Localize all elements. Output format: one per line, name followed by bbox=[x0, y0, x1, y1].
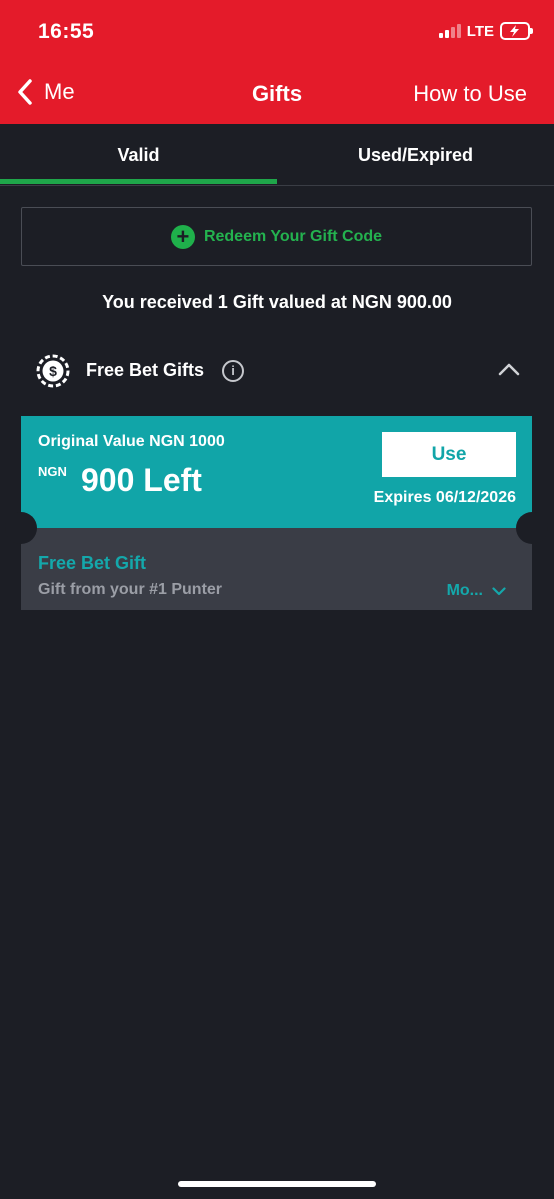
gift-summary: You received 1 Gift valued at NGN 900.00 bbox=[102, 292, 452, 312]
card-notch-left bbox=[5, 512, 37, 544]
chevron-down-icon bbox=[492, 586, 506, 595]
redeem-label: Redeem Your Gift Code bbox=[203, 227, 383, 245]
card-notch-right bbox=[516, 512, 548, 544]
how-to-use-link[interactable]: How to Use bbox=[413, 81, 527, 107]
section-title: Free Bet Gifts bbox=[86, 360, 205, 380]
status-indicators: LTE bbox=[438, 22, 533, 40]
app-header: 16:55 LTE Me Gifts How to Use bbox=[0, 0, 554, 124]
gift-title: Free Bet Gift bbox=[38, 553, 147, 573]
signal-icon bbox=[438, 24, 461, 38]
tab-used-expired[interactable]: Used/Expired bbox=[277, 124, 554, 186]
use-button[interactable]: Use bbox=[382, 432, 516, 477]
home-indicator[interactable] bbox=[178, 1181, 376, 1187]
plus-icon: + bbox=[170, 224, 195, 249]
gift-description: Gift from your #1 Punter bbox=[38, 581, 223, 598]
status-time: 16:55 bbox=[38, 20, 95, 43]
active-tab-indicator bbox=[0, 179, 277, 184]
remaining-amount: 900 Left bbox=[81, 462, 202, 498]
more-button[interactable]: Mo... bbox=[447, 582, 506, 600]
info-icon[interactable]: i bbox=[222, 360, 244, 382]
expiry-date: Expires 06/12/2026 bbox=[373, 489, 516, 506]
more-label: Mo... bbox=[446, 582, 483, 599]
battery-charging-icon bbox=[500, 22, 533, 40]
chevron-up-icon[interactable] bbox=[498, 362, 520, 376]
gift-card-details: Free Bet Gift Gift from your #1 Punter M… bbox=[21, 528, 532, 610]
currency-label: NGN bbox=[38, 464, 67, 479]
tab-bar: Valid Used/Expired bbox=[0, 124, 554, 186]
tab-valid[interactable]: Valid bbox=[0, 124, 277, 186]
redeem-gift-code-button[interactable]: + Redeem Your Gift Code bbox=[21, 207, 532, 266]
status-bar: 16:55 LTE bbox=[0, 0, 554, 66]
svg-text:$: $ bbox=[49, 363, 57, 379]
nav-bar: Me Gifts How to Use bbox=[0, 66, 554, 124]
network-label: LTE bbox=[466, 22, 494, 40]
free-bet-gifts-header[interactable]: $ Free Bet Gifts i bbox=[36, 352, 520, 390]
coin-dollar-icon: $ bbox=[36, 354, 70, 388]
gift-card: Original Value NGN 1000 NGN 900 Left Use… bbox=[21, 416, 532, 528]
original-value: Original Value NGN 1000 bbox=[38, 433, 225, 450]
